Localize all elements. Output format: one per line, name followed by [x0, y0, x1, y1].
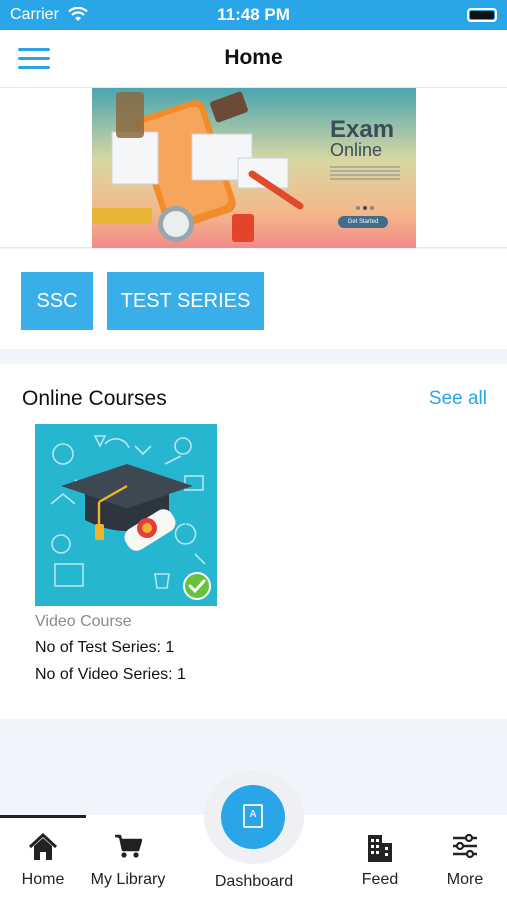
category-section: SSC TEST SERIES — [0, 249, 507, 349]
banner-text-lines — [330, 166, 400, 168]
sliders-icon — [451, 833, 479, 864]
category-chip-ssc[interactable]: SSC — [21, 272, 93, 330]
carousel-dots — [356, 197, 377, 215]
tab-my-library-label: My Library — [90, 871, 166, 888]
see-all-link[interactable]: See all — [429, 388, 487, 410]
navigation-bar: Home — [0, 30, 507, 88]
banner-carousel[interactable]: Exam Online Get Started — [92, 88, 416, 248]
section-title: Online Courses — [22, 387, 167, 410]
tab-more-label: More — [446, 871, 484, 888]
course-card[interactable]: Video Course No of Test Series: 1 No of … — [35, 424, 217, 694]
banner-get-started-button[interactable]: Get Started — [338, 216, 388, 228]
clock: 11:48 PM — [217, 5, 290, 24]
battery-icon — [467, 8, 497, 22]
banner-section: Exam Online Get Started — [0, 88, 507, 248]
building-icon — [366, 833, 394, 868]
course-test-series-count: No of Test Series: 1 — [35, 639, 175, 656]
category-chip-test-series[interactable]: TEST SERIES — [107, 272, 264, 330]
tab-feed[interactable]: Feed — [340, 815, 420, 900]
banner-subtitle: Online — [330, 140, 383, 160]
online-courses-section: Online Courses See all Video Course No o… — [0, 364, 507, 719]
tab-more[interactable]: More — [425, 815, 505, 900]
tab-my-library[interactable]: My Library — [84, 815, 172, 900]
status-bar: Carrier 11:48 PM — [0, 0, 507, 30]
course-thumbnail — [35, 424, 217, 606]
cart-icon — [114, 833, 143, 864]
tab-feed-label: Feed — [361, 871, 399, 888]
dashboard-fab[interactable] — [221, 785, 285, 849]
tab-home-label: Home — [21, 871, 65, 888]
page-title: Home — [224, 46, 283, 69]
tab-dashboard-label: Dashboard — [214, 873, 294, 890]
course-type-label: Video Course — [35, 613, 132, 630]
course-video-series-count: No of Video Series: 1 — [35, 666, 186, 683]
book-icon — [243, 804, 263, 828]
tab-home[interactable]: Home — [0, 815, 86, 900]
home-icon — [28, 832, 58, 866]
